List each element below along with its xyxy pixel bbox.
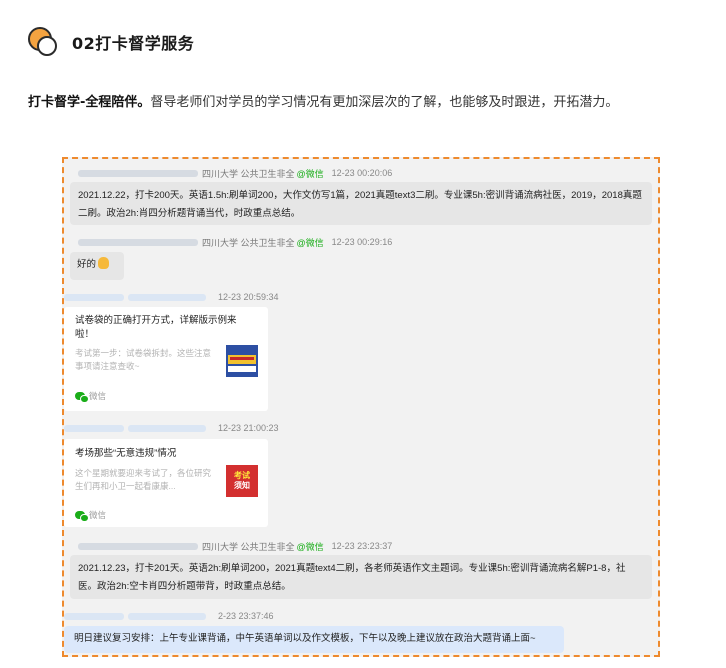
message-bubble[interactable]: 2021.12.22，打卡200天。英语1.5h:刷单词200，大作文仿写1篇，… (70, 182, 652, 225)
section-header: 02打卡督学服务 (28, 20, 194, 64)
message-time: 12-23 20:59:34 (218, 292, 279, 302)
message-bubble[interactable]: 明日建议复习安排：上午专业课背诵，中午英语单词以及作文模板，下午以及晚上建议放在… (64, 626, 564, 653)
message-sender: 12-23 21:00:23 (64, 421, 279, 435)
exam-envelope-thumbnail (226, 345, 258, 377)
sender-org: 四川大学 公共卫生非全 (202, 168, 295, 179)
message-time: 12-23 00:29:16 (331, 237, 393, 247)
blurred-name (128, 424, 206, 432)
article-card[interactable]: 考场那些“无意违规”情况 这个星期就要迎来考试了，各位研究生们再和小卫一起看康康… (64, 439, 268, 527)
wechat-badge: @微信 (296, 168, 324, 179)
message-sender: 12-23 20:59:34 (64, 290, 279, 304)
message-bubble[interactable]: 2021.12.23，打卡201天。英语2h:刷单词200，2021真题text… (70, 555, 652, 599)
orange-circle-logo-icon (28, 27, 58, 57)
wechat-badge: @微信 (296, 541, 324, 552)
blurred-name (128, 612, 206, 620)
message-time: 12-23 23:23:37 (331, 541, 393, 551)
message-text: 好的 (77, 259, 97, 270)
card-description: 考试第一步：试卷袋拆封。这些注意事项请注意查收~ (75, 348, 212, 371)
section-title: 02打卡督学服务 (72, 34, 195, 53)
message-time: 2-23 23:37:46 (218, 611, 274, 621)
chat-screenshot-frame: 四川大学 公共卫生非全 @微信 12-23 00:20:06 2021.12.2… (62, 157, 660, 657)
card-description: 这个星期就要迎来考试了，各位研究生们再和小卫一起看康康... (75, 468, 212, 491)
card-source: 微信 (75, 509, 106, 522)
message-sender: 四川大学 公共卫生非全 @微信 12-23 23:23:37 (78, 539, 392, 553)
blurred-name (78, 169, 198, 177)
blurred-name (128, 293, 206, 301)
card-title: 试卷袋的正确打开方式，详解版示例来啦！ (75, 315, 237, 340)
intro-text: 督导老师们对学员的学习情况有更加深层次的了解，也能够及时跟进，开拓潜力。 (150, 95, 619, 110)
blurred-name (78, 238, 198, 246)
card-source: 微信 (75, 390, 106, 403)
intro-lead: 打卡督学-全程陪伴。 (28, 95, 151, 110)
sender-org: 四川大学 公共卫生非全 (202, 541, 295, 552)
sender-org: 四川大学 公共卫生非全 (202, 237, 295, 248)
blurred-name (64, 293, 124, 301)
message-sender: 四川大学 公共卫生非全 @微信 12-23 00:20:06 (78, 166, 392, 180)
message-sender: 2-23 23:37:46 (64, 609, 274, 623)
blurred-name (64, 424, 124, 432)
article-card[interactable]: 试卷袋的正确打开方式，详解版示例来啦！ 考试第一步：试卷袋拆封。这些注意事项请注… (64, 307, 268, 411)
card-title: 考场那些“无意违规”情况 (75, 448, 177, 459)
wechat-icon (75, 392, 89, 403)
wechat-badge: @微信 (296, 237, 324, 248)
blurred-name (64, 612, 124, 620)
message-sender: 四川大学 公共卫生非全 @微信 12-23 00:29:16 (78, 235, 392, 249)
blurred-name (78, 542, 198, 550)
message-time: 12-23 00:20:06 (331, 168, 393, 178)
message-bubble[interactable]: 好的 (70, 252, 124, 280)
intro-paragraph: 打卡督学-全程陪伴。督导老师们对学员的学习情况有更加深层次的了解，也能够及时跟进… (28, 88, 698, 117)
ok-hand-emoji-icon (98, 257, 110, 269)
exam-notice-thumbnail: 考试 须知 (226, 465, 258, 497)
message-time: 12-23 21:00:23 (218, 423, 279, 433)
wechat-icon (75, 511, 89, 522)
